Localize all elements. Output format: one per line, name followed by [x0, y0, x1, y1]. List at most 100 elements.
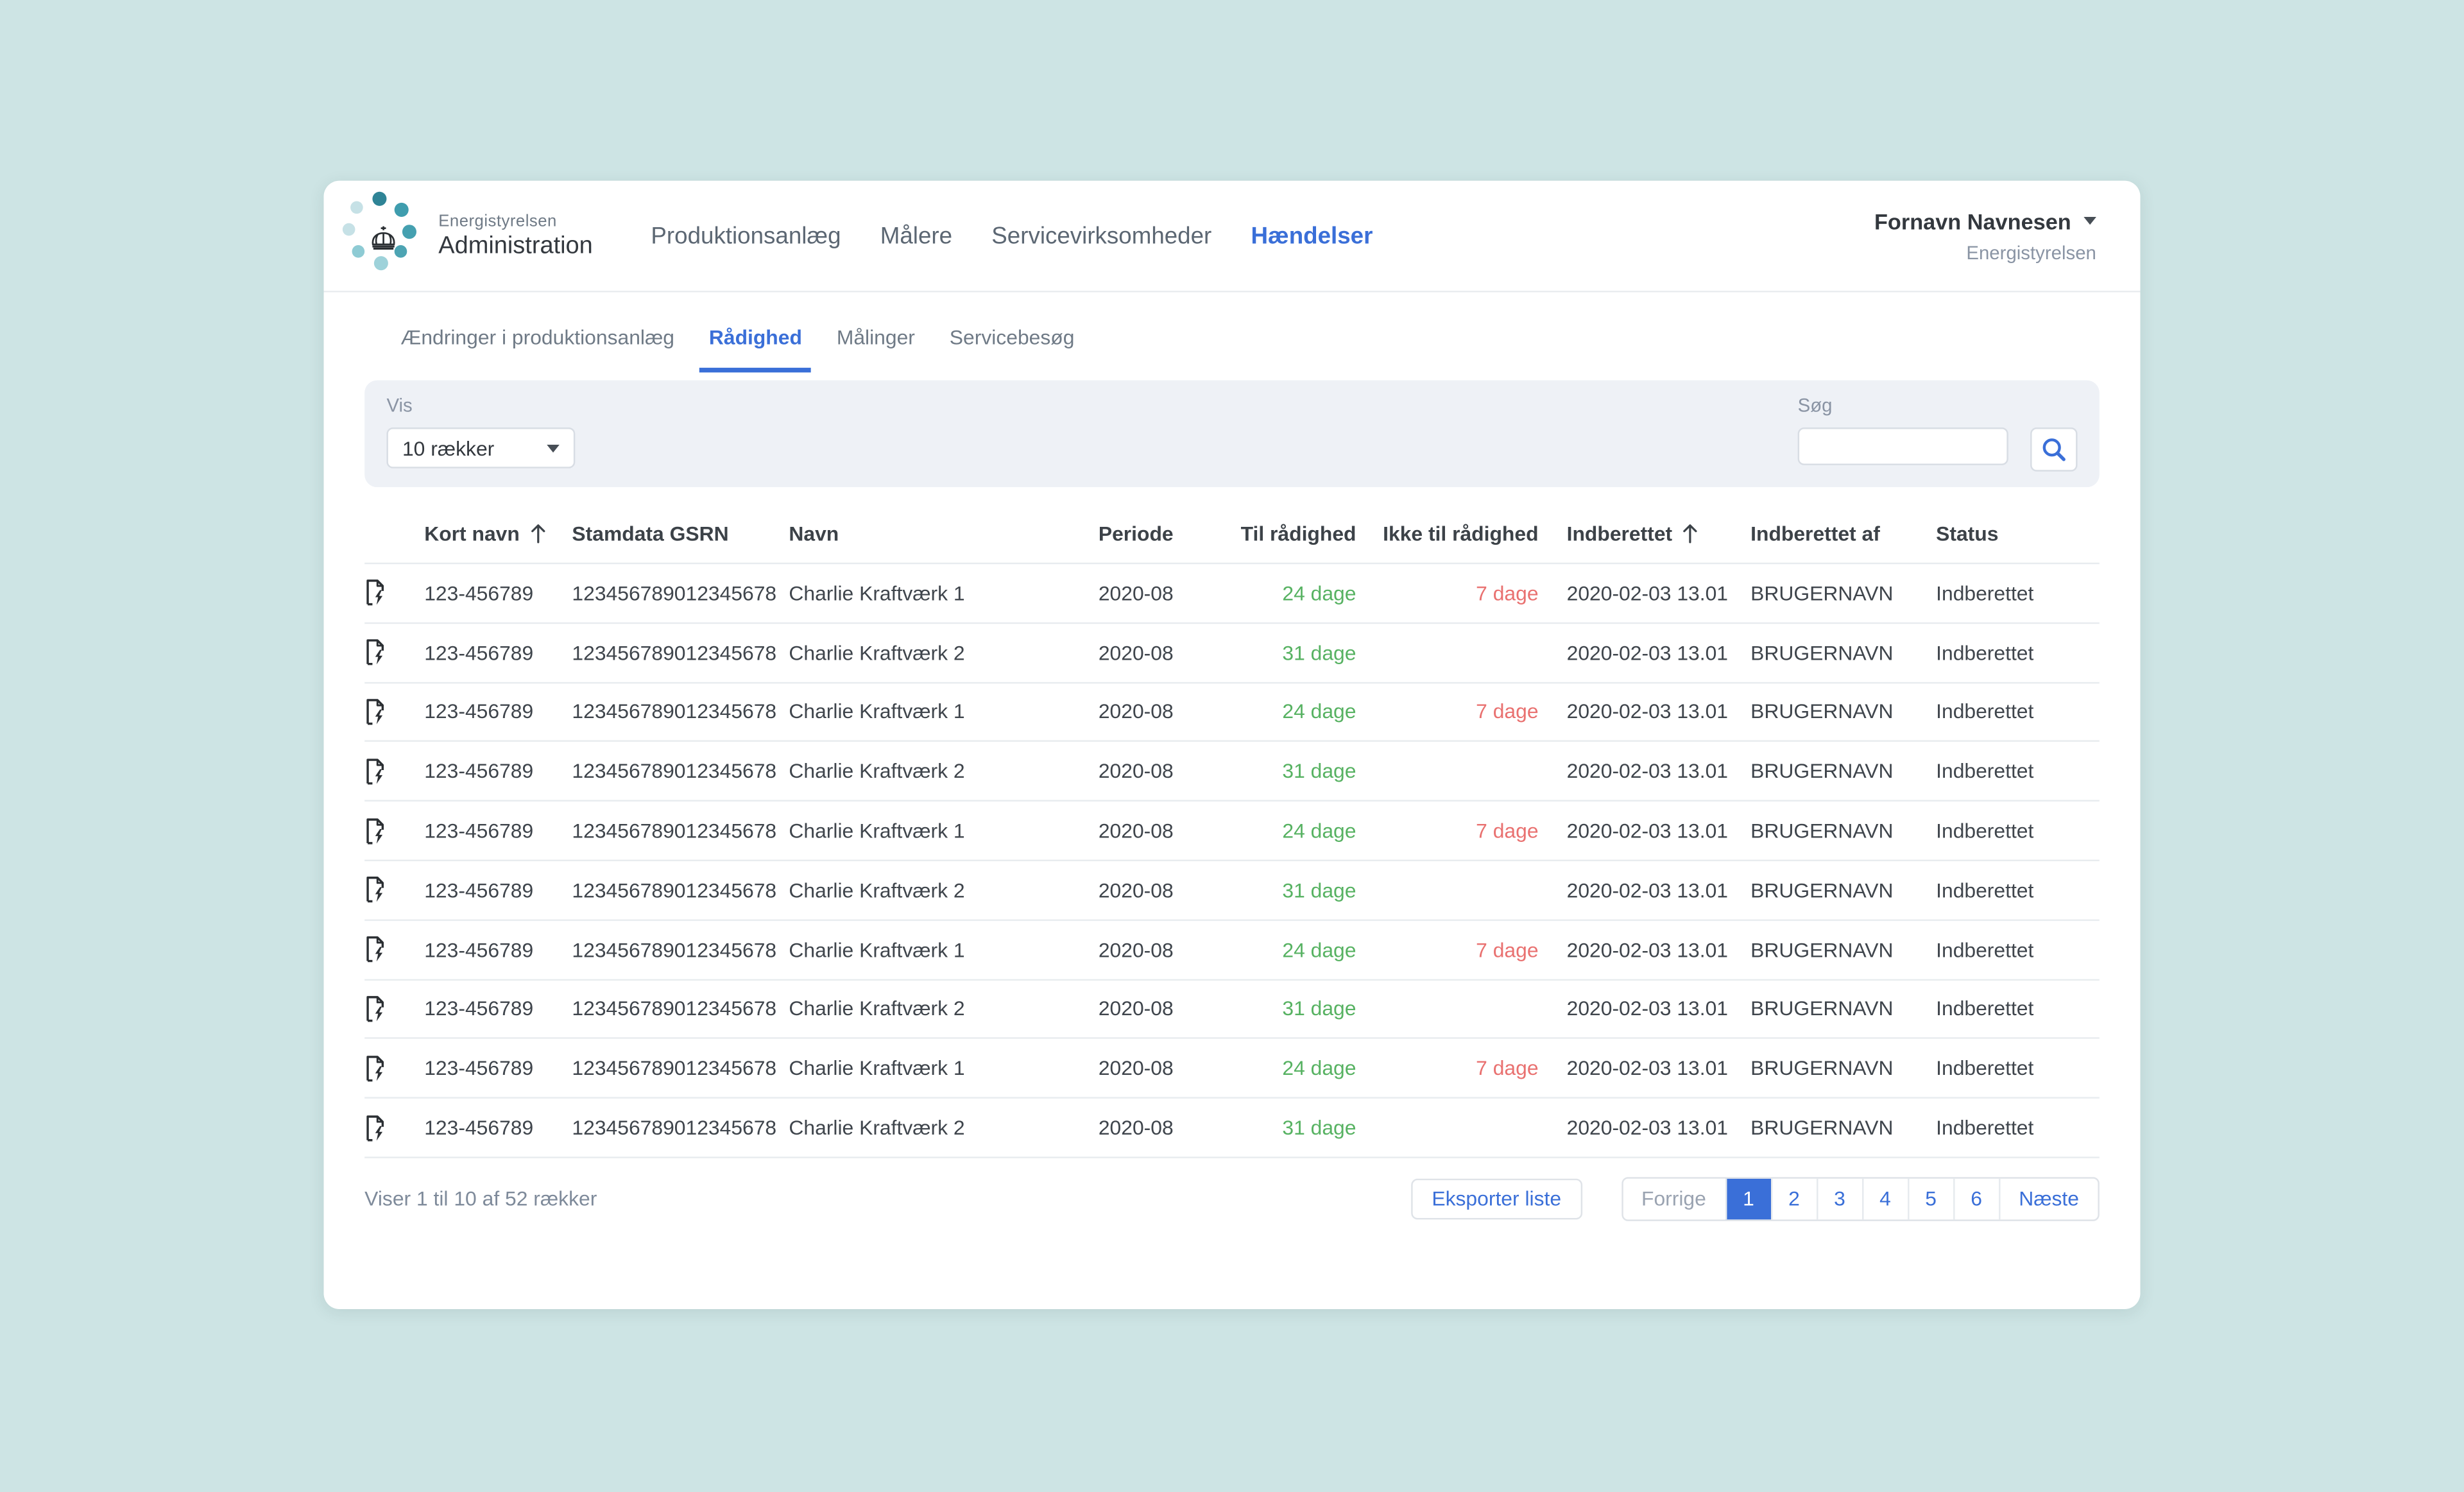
header-cell-ikke_til_raadighed[interactable]: Ikke til rådighed [1356, 521, 1566, 545]
cell-ikke-til-raadighed: 7 dage [1356, 700, 1566, 724]
chevron-down-icon [547, 444, 560, 452]
pagination-previous-button[interactable]: Forrige [1623, 1179, 1725, 1220]
cell-status: Indberettet [1936, 819, 2100, 843]
cell-navn: Charlie Kraftværk 2 [789, 1116, 1098, 1140]
cell-indberettet-af: BRUGERNAVN [1750, 819, 1936, 843]
cell-kort-navn: 123-456789 [424, 879, 572, 902]
nav-item-m-lere[interactable]: Målere [880, 223, 952, 250]
cell-gsrn: 123456789012345678 [572, 581, 789, 605]
search-input[interactable] [1798, 427, 2008, 465]
cell-status: Indberettet [1936, 1116, 2100, 1140]
document-power-report-icon [364, 1054, 388, 1083]
cell-indberettet-af: BRUGERNAVN [1750, 700, 1936, 724]
export-list-button[interactable]: Eksporter liste [1412, 1179, 1582, 1220]
pagination-page-4[interactable]: 4 [1861, 1179, 1907, 1220]
header-cell-indberettet_af[interactable]: Indberettet af [1750, 521, 1936, 545]
cell-periode: 2020-08 [1099, 640, 1228, 664]
header-cell-kort_navn[interactable]: Kort navn [424, 521, 572, 545]
pagination-page-3[interactable]: 3 [1816, 1179, 1861, 1220]
table-row[interactable]: 123-456789123456789012345678Charlie Kraf… [364, 802, 2100, 861]
brand-eyebrow: Energistyrelsen [438, 211, 593, 230]
cell-status: Indberettet [1936, 938, 2100, 961]
cell-gsrn: 123456789012345678 [572, 640, 789, 664]
top-bar: Energistyrelsen Administration Produktio… [323, 181, 2140, 293]
cell-ikke-til-raadighed: 7 dage [1356, 1056, 1566, 1080]
rows-per-page-select[interactable]: 10 rækker [386, 427, 575, 468]
cell-ikke-til-raadighed: 7 dage [1356, 938, 1566, 961]
cell-ikke-til-raadighed [1356, 760, 1566, 784]
page: Energistyrelsen Administration Produktio… [0, 0, 2464, 1492]
search-icon [2040, 435, 2068, 463]
nav-item-h-ndelser[interactable]: Hændelser [1251, 223, 1373, 250]
cell-indberettet-af: BRUGERNAVN [1750, 640, 1936, 664]
user-menu-button[interactable]: Fornavn Navnesen [1874, 208, 2096, 233]
pagination-page-5[interactable]: 5 [1907, 1179, 1953, 1220]
cell-gsrn: 123456789012345678 [572, 700, 789, 724]
cell-navn: Charlie Kraftværk 1 [789, 700, 1098, 724]
pagination-page-2[interactable]: 2 [1770, 1179, 1816, 1220]
header-cell-status[interactable]: Status [1936, 521, 2100, 545]
header-cell-til_raadighed[interactable]: Til rådighed [1228, 521, 1356, 545]
cell-gsrn: 123456789012345678 [572, 760, 789, 784]
cell-ikke-til-raadighed [1356, 997, 1566, 1021]
cell-til-raadighed: 31 dage [1228, 879, 1356, 902]
cell-gsrn: 123456789012345678 [572, 938, 789, 961]
cell-kort-navn: 123-456789 [424, 700, 572, 724]
nav-item-produktionsanl-g[interactable]: Produktionsanlæg [651, 223, 841, 250]
tab-r-dighed[interactable]: Rådighed [699, 325, 811, 372]
logo-dot [402, 225, 416, 239]
table-row[interactable]: 123-456789123456789012345678Charlie Kraf… [364, 1099, 2100, 1158]
table-row[interactable]: 123-456789123456789012345678Charlie Kraf… [364, 980, 2100, 1040]
rows-per-page-value: 10 rækker [402, 436, 494, 460]
header-cell-indberettet[interactable]: Indberettet [1567, 521, 1751, 545]
cell-status: Indberettet [1936, 640, 2100, 664]
cell-indberettet: 2020-02-03 13.01 [1567, 879, 1751, 902]
chevron-down-icon [2083, 217, 2096, 225]
cell-report-icon [364, 876, 424, 904]
document-power-report-icon [364, 757, 388, 785]
cell-report-icon [364, 698, 424, 726]
cell-periode: 2020-08 [1099, 1056, 1228, 1080]
table-row[interactable]: 123-456789123456789012345678Charlie Kraf… [364, 1040, 2100, 1099]
tab-m-linger[interactable]: Målinger [827, 325, 924, 372]
cell-kort-navn: 123-456789 [424, 1056, 572, 1080]
filter-panel: Vis 10 rækker Søg [364, 381, 2100, 488]
nav-item-servicevirksomheder[interactable]: Servicevirksomheder [991, 223, 1211, 250]
cell-periode: 2020-08 [1099, 1116, 1228, 1140]
header-cell-gsrn[interactable]: Stamdata GSRN [572, 521, 789, 545]
document-power-report-icon [364, 579, 388, 607]
logo-dot [374, 256, 388, 270]
cell-indberettet-af: BRUGERNAVN [1750, 938, 1936, 961]
cell-indberettet: 2020-02-03 13.01 [1567, 760, 1751, 784]
pagination-page-6[interactable]: 6 [1953, 1179, 1998, 1220]
cell-indberettet: 2020-02-03 13.01 [1567, 997, 1751, 1021]
document-power-report-icon [364, 876, 388, 904]
cell-indberettet: 2020-02-03 13.01 [1567, 1116, 1751, 1140]
pagination-next-button[interactable]: Næste [1998, 1179, 2098, 1220]
tab-servicebes-g[interactable]: Servicebesøg [940, 325, 1084, 372]
cell-til-raadighed: 24 dage [1228, 700, 1356, 724]
table-row[interactable]: 123-456789123456789012345678Charlie Kraf… [364, 683, 2100, 742]
document-power-report-icon [364, 639, 388, 667]
crown-dots-logo-icon [343, 192, 424, 280]
header-cell-navn[interactable]: Navn [789, 521, 1098, 545]
cell-report-icon [364, 639, 424, 667]
table-row[interactable]: 123-456789123456789012345678Charlie Kraf… [364, 564, 2100, 624]
table-row[interactable]: 123-456789123456789012345678Charlie Kraf… [364, 624, 2100, 683]
table-row[interactable]: 123-456789123456789012345678Charlie Kraf… [364, 921, 2100, 981]
cell-gsrn: 123456789012345678 [572, 1056, 789, 1080]
cell-periode: 2020-08 [1099, 760, 1228, 784]
pagination: Forrige123456Næste [1621, 1177, 2100, 1221]
search-button[interactable] [2030, 427, 2077, 472]
table-row[interactable]: 123-456789123456789012345678Charlie Kraf… [364, 861, 2100, 921]
user-organization: Energistyrelsen [1874, 241, 2096, 263]
header-cell-periode[interactable]: Periode [1099, 521, 1228, 545]
cell-periode: 2020-08 [1099, 700, 1228, 724]
cell-ikke-til-raadighed: 7 dage [1356, 581, 1566, 605]
tab--ndringer-i-produktionsanl-g[interactable]: Ændringer i produktionsanlæg [391, 325, 684, 372]
table-row[interactable]: 123-456789123456789012345678Charlie Kraf… [364, 742, 2100, 802]
cell-til-raadighed: 24 dage [1228, 819, 1356, 843]
pagination-page-1[interactable]: 1 [1725, 1179, 1770, 1220]
brand-title: Administration [438, 232, 593, 260]
crown-icon [366, 223, 401, 252]
